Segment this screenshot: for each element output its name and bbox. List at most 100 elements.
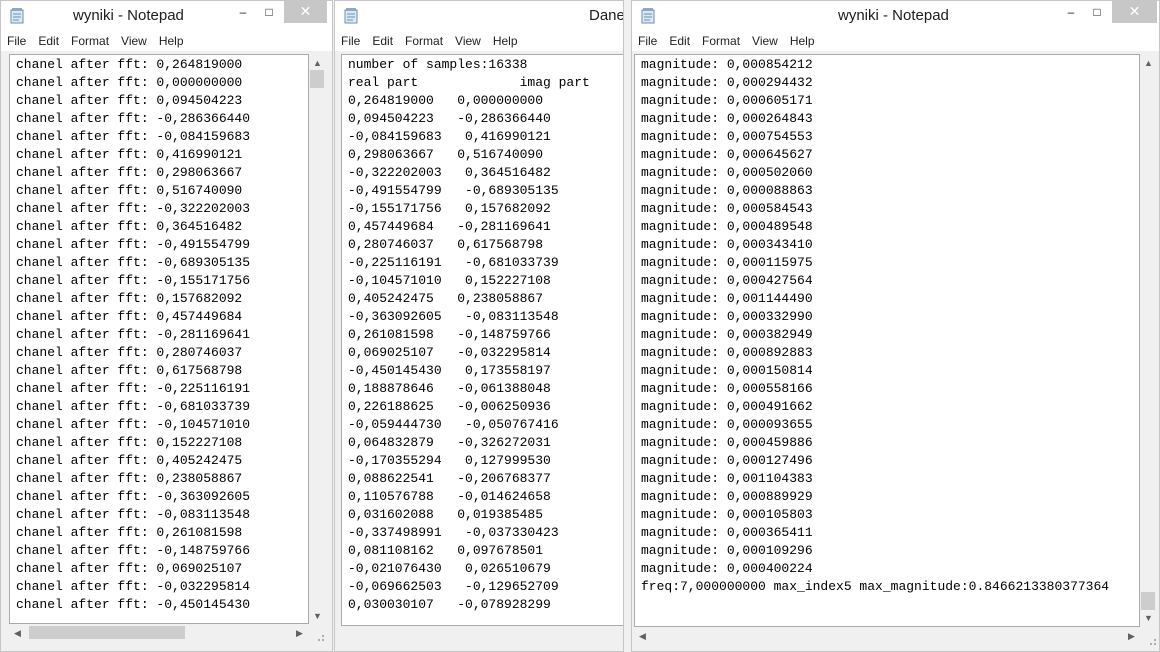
scroll-right-icon[interactable]: ▶ xyxy=(291,626,308,640)
text-line: chanel after fft: 0,069025107 xyxy=(16,561,243,576)
text-line: chanel after fft: 0,457449684 xyxy=(16,309,243,324)
text-line: -0,450145430 0,173558197 xyxy=(348,363,551,378)
text-line: chanel after fft: -0,363092605 xyxy=(16,489,251,504)
text-line: magnitude: 0,000427564 xyxy=(641,273,813,288)
close-button[interactable]: ✕ xyxy=(1112,1,1157,23)
menu-help[interactable]: Help xyxy=(153,31,190,51)
text-line: chanel after fft: 0,405242475 xyxy=(16,453,243,468)
text-line: magnitude: 0,000115975 xyxy=(641,255,813,270)
menu-format[interactable]: Format xyxy=(399,31,449,51)
horizontal-scrollbar[interactable]: ◀ ▶ xyxy=(634,627,1140,644)
text-line: magnitude: 0,000332990 xyxy=(641,309,813,324)
close-button[interactable]: ✕ xyxy=(284,1,327,23)
text-line: chanel after fft: -0,148759766 xyxy=(16,543,251,558)
text-line: chanel after fft: 0,152227108 xyxy=(16,435,243,450)
menu-edit[interactable]: Edit xyxy=(32,31,65,51)
menu-format[interactable]: Format xyxy=(65,31,115,51)
text-content: magnitude: 0,000854212 magnitude: 0,00029… xyxy=(641,56,1109,596)
text-line: magnitude: 0,000088863 xyxy=(641,183,813,198)
resize-grip-icon[interactable] xyxy=(1145,633,1157,645)
text-line: -0,059444730 -0,050767416 xyxy=(348,417,559,432)
text-editor[interactable]: number of samples:16338 real part imag pa… xyxy=(341,54,623,626)
text-line: magnitude: 0,000093655 xyxy=(641,417,813,432)
text-line: magnitude: 0,000502060 xyxy=(641,165,813,180)
text-line: magnitude: 0,000645627 xyxy=(641,147,813,162)
scroll-up-icon[interactable]: ▲ xyxy=(1140,56,1157,70)
menu-file[interactable]: File xyxy=(632,31,663,51)
text-line: 0,188878646 -0,061388048 xyxy=(348,381,551,396)
text-editor[interactable]: magnitude: 0,000854212 magnitude: 0,00029… xyxy=(634,54,1140,627)
menu-view[interactable]: View xyxy=(115,31,153,51)
text-line: magnitude: 0,000459886 xyxy=(641,435,813,450)
text-line: magnitude: 0,000400224 xyxy=(641,561,813,576)
notepad-window-right[interactable]: wyniki - Notepad – □ ✕ File Edit Format Vie… xyxy=(631,0,1160,652)
scroll-left-icon[interactable]: ◀ xyxy=(634,629,651,643)
menu-help[interactable]: Help xyxy=(784,31,821,51)
menu-edit[interactable]: Edit xyxy=(663,31,696,51)
text-line: chanel after fft: -0,681033739 xyxy=(16,399,251,414)
text-line: chanel after fft: -0,689305135 xyxy=(16,255,251,270)
text-line: magnitude: 0,000558166 xyxy=(641,381,813,396)
horizontal-scrollbar[interactable] xyxy=(341,626,623,643)
text-content: chanel after fft: 0,264819000 chanel afte… xyxy=(16,56,250,614)
text-editor[interactable]: chanel after fft: 0,264819000 chanel afte… xyxy=(9,54,309,624)
menu-edit[interactable]: Edit xyxy=(366,31,399,51)
minimize-button[interactable]: – xyxy=(230,1,256,23)
title-bar[interactable]: Dane xyxy=(335,1,623,31)
text-line: chanel after fft: -0,084159683 xyxy=(16,129,251,144)
text-line: chanel after fft: -0,155171756 xyxy=(16,273,251,288)
notepad-window-middle[interactable]: Dane File Edit Format View Help number of sa… xyxy=(334,0,624,652)
text-line: chanel after fft: -0,104571010 xyxy=(16,417,251,432)
title-bar[interactable]: wyniki - Notepad – □ ✕ xyxy=(1,1,332,31)
text-line: magnitude: 0,001144490 xyxy=(641,291,813,306)
resize-grip-icon[interactable] xyxy=(313,629,325,641)
menu-view[interactable]: View xyxy=(746,31,784,51)
text-line: 0,280746037 0,617568798 xyxy=(348,237,544,252)
menu-file[interactable]: File xyxy=(1,31,32,51)
text-line: 0,226188625 -0,006250936 xyxy=(348,399,551,414)
maximize-button[interactable]: □ xyxy=(256,1,282,23)
maximize-button[interactable]: □ xyxy=(1084,1,1110,23)
scroll-thumb[interactable] xyxy=(310,70,324,88)
menu-format[interactable]: Format xyxy=(696,31,746,51)
text-line: -0,322202003 0,364516482 xyxy=(348,165,551,180)
scroll-left-icon[interactable]: ◀ xyxy=(9,626,26,640)
text-line: magnitude: 0,000365411 xyxy=(641,525,813,540)
scroll-right-icon[interactable]: ▶ xyxy=(1123,629,1140,643)
text-line: -0,337498991 -0,037330423 xyxy=(348,525,559,540)
menu-help[interactable]: Help xyxy=(487,31,524,51)
menu-view[interactable]: View xyxy=(449,31,487,51)
notepad-icon[interactable] xyxy=(343,8,359,24)
scroll-up-icon[interactable]: ▲ xyxy=(309,56,326,70)
text-line: chanel after fft: -0,083113548 xyxy=(16,507,251,522)
text-line: magnitude: 0,000892883 xyxy=(641,345,813,360)
scroll-thumb[interactable] xyxy=(1141,592,1155,610)
title-bar[interactable]: wyniki - Notepad – □ ✕ xyxy=(632,1,1159,31)
notepad-icon[interactable] xyxy=(9,8,25,24)
vertical-scrollbar[interactable]: ▲ ▼ xyxy=(1140,54,1157,627)
text-line: -0,491554799 -0,689305135 xyxy=(348,183,559,198)
text-line: magnitude: 0,000605171 xyxy=(641,93,813,108)
menu-file[interactable]: File xyxy=(335,31,366,51)
text-line: 0,405242475 0,238058867 xyxy=(348,291,544,306)
text-line: -0,084159683 0,416990121 xyxy=(348,129,551,144)
text-line: chanel after fft: 0,157682092 xyxy=(16,291,243,306)
scroll-thumb-horizontal[interactable] xyxy=(29,626,185,639)
scroll-down-icon[interactable]: ▼ xyxy=(309,609,326,623)
horizontal-scrollbar[interactable]: ◀ ▶ xyxy=(9,624,309,641)
text-line: 0,298063667 0,516740090 xyxy=(348,147,544,162)
text-line: 0,088622541 -0,206768377 xyxy=(348,471,551,486)
menu-bar: File Edit Format View Help xyxy=(1,31,332,51)
text-line: chanel after fft: -0,032295814 xyxy=(16,579,251,594)
menu-bar: File Edit Format View Help xyxy=(335,31,623,51)
minimize-button[interactable]: – xyxy=(1058,1,1084,23)
scroll-down-icon[interactable]: ▼ xyxy=(1140,611,1157,625)
window-title: wyniki - Notepad xyxy=(838,7,949,24)
vertical-scrollbar[interactable]: ▲ ▼ xyxy=(309,54,326,624)
notepad-window-left[interactable]: wyniki - Notepad – □ ✕ File Edit Format Vie… xyxy=(0,0,333,652)
notepad-icon[interactable] xyxy=(640,8,656,24)
text-line: magnitude: 0,000489548 xyxy=(641,219,813,234)
text-line: chanel after fft: 0,000000000 xyxy=(16,75,243,90)
text-line: 0,064832879 -0,326272031 xyxy=(348,435,551,450)
text-line: -0,069662503 -0,129652709 xyxy=(348,579,559,594)
